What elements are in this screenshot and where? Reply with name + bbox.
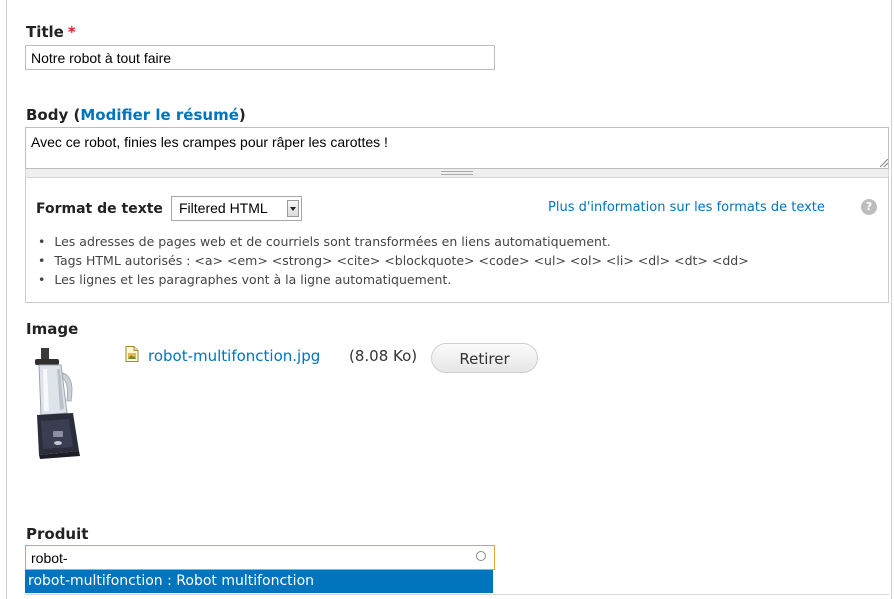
title-input[interactable]	[25, 45, 495, 70]
format-select[interactable]: Filtered HTML	[171, 196, 302, 221]
file-image-icon	[125, 346, 139, 362]
format-tip: Les lignes et les paragraphes vont à la …	[38, 270, 749, 289]
textarea-resize-corner-icon[interactable]	[880, 159, 888, 167]
body-textarea[interactable]: Avec ce robot, finies les crampes pour r…	[25, 127, 889, 169]
format-select-value: Filtered HTML	[179, 200, 268, 216]
divider	[25, 594, 889, 595]
textarea-grippie[interactable]	[25, 169, 889, 178]
body-label: Body (Modifier le résumé)	[26, 106, 246, 124]
image-file-link[interactable]: robot-multifonction.jpg	[148, 347, 320, 365]
produit-label: Produit	[26, 525, 89, 543]
title-label-text: Title	[26, 23, 64, 41]
format-tips-list: Les adresses de pages web et de courriel…	[38, 232, 749, 289]
required-marker: *	[67, 23, 76, 41]
produit-input[interactable]	[25, 545, 495, 570]
format-tip: Tags HTML autorisés : <a> <em> <strong> …	[38, 251, 748, 270]
select-arrow-icon	[287, 200, 299, 217]
image-file-size: (8.08 Ko)	[349, 347, 418, 365]
image-thumbnail	[27, 343, 109, 461]
format-label: Format de texte	[36, 201, 163, 217]
resize-grip-icon	[441, 171, 473, 175]
format-tip: Les adresses de pages web et de courriel…	[38, 232, 749, 251]
body-summary-open: (	[68, 106, 81, 124]
body-label-text: Body	[26, 106, 69, 124]
help-icon[interactable]: ?	[861, 199, 877, 215]
throbber-icon	[476, 551, 486, 561]
body-summary-close: )	[238, 106, 246, 124]
title-label: Title *	[26, 23, 76, 41]
autocomplete-suggestion[interactable]: robot-multifonction : Robot multifonctio…	[25, 570, 493, 593]
image-label: Image	[26, 320, 79, 338]
format-help-link[interactable]: Plus d'information sur les formats de te…	[548, 200, 825, 215]
edit-summary-link[interactable]: Modifier le résumé	[80, 106, 239, 124]
remove-image-button[interactable]: Retirer	[431, 343, 538, 373]
